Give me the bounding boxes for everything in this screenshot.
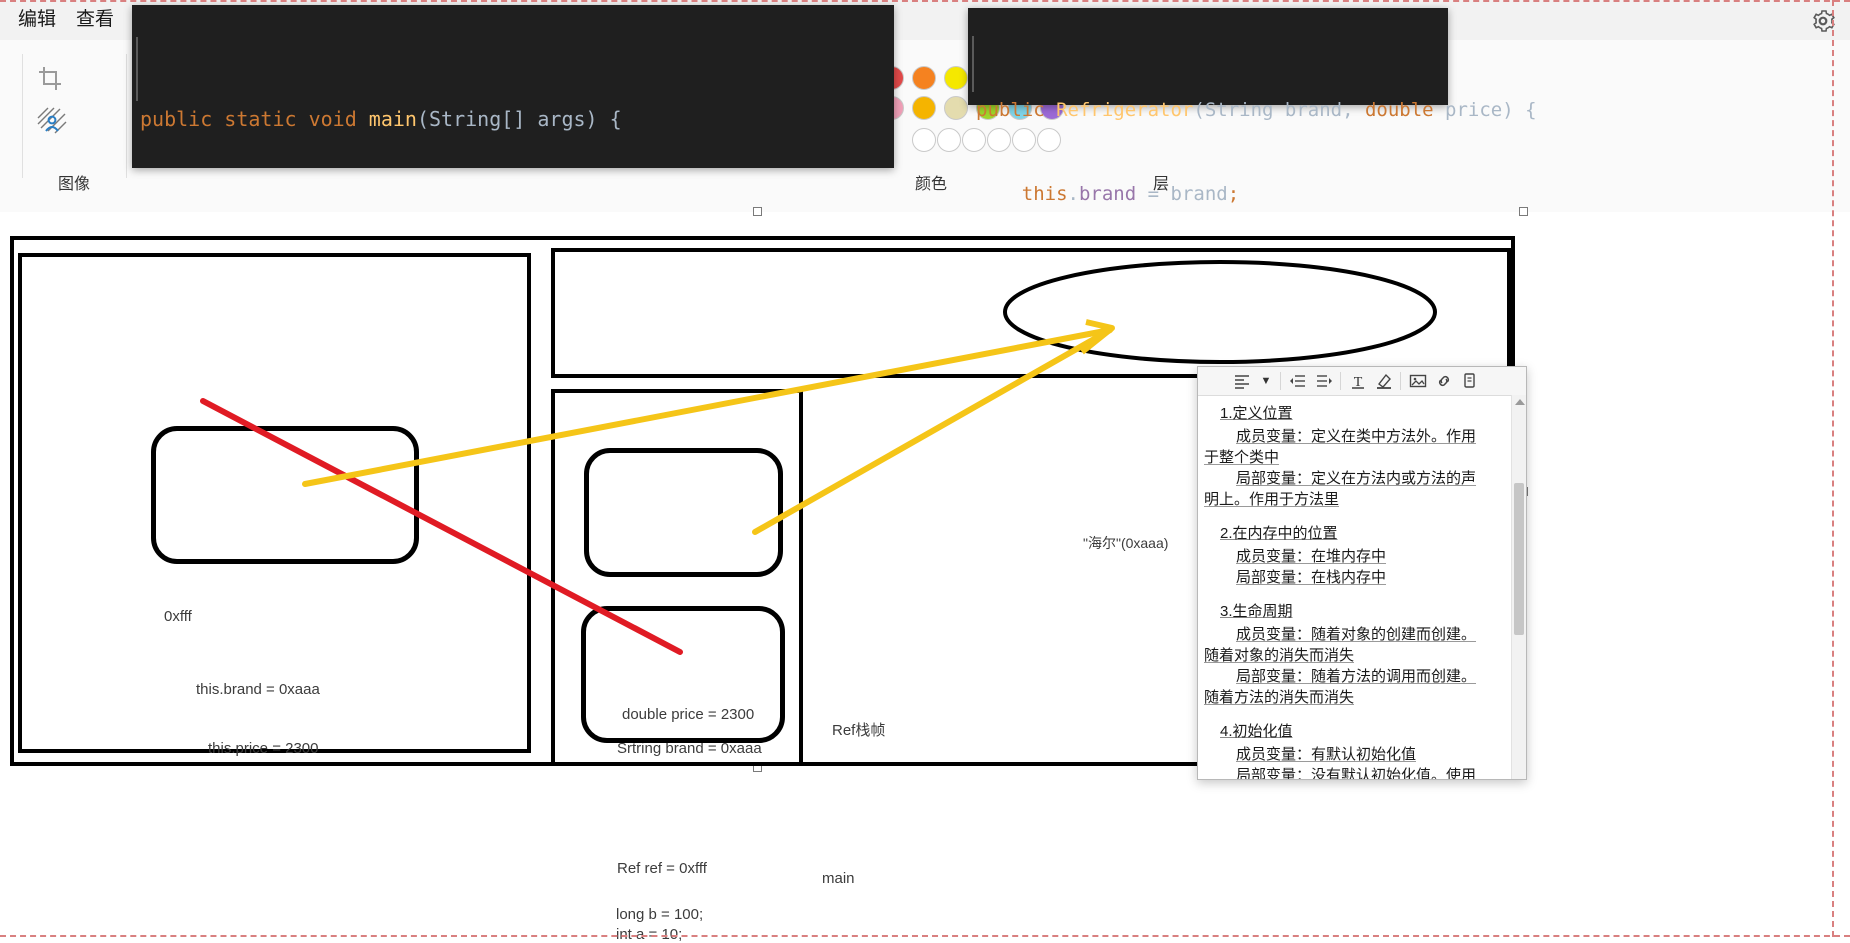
note-heading: 2.在内存中的位置 <box>1220 525 1338 542</box>
note-paragraph: 成员变量：随着对象的创建而创建。随着对象的消失而消失 <box>1204 626 1477 664</box>
note-paragraph: 成员变量：有默认初始化值 <box>1236 746 1417 763</box>
attachment-icon[interactable] <box>1460 371 1480 391</box>
note-paragraph: 局部变量：没有默认初始化值。使用之前必须赋值 <box>1236 767 1477 779</box>
resize-icon <box>37 107 67 134</box>
code-gutter-bar <box>972 36 974 92</box>
toolbar-divider <box>1340 372 1341 390</box>
label-main-long-b: long b = 100; <box>616 906 704 923</box>
align-left-icon[interactable] <box>1232 371 1252 391</box>
code-line-this-brand: this.brand = brand; <box>1021 183 1240 205</box>
canvas-handle-top <box>753 207 762 216</box>
menu-item-edit[interactable]: 编辑 <box>18 8 56 32</box>
toolbar-divider <box>1400 372 1401 390</box>
guide-line-vertical <box>1832 0 1834 937</box>
note-heading: 3.生命周期 <box>1220 603 1293 620</box>
ribbon-group-label-image: 图像 <box>57 176 90 193</box>
resize-tool-button[interactable] <box>36 106 78 146</box>
swatch-orange[interactable] <box>912 66 936 90</box>
decrease-indent-icon[interactable] <box>1288 371 1308 391</box>
notes-content[interactable]: 1.定义位置 成员变量：定义在类中方法外。作用于整个类中 局部变量：定义在方法内… <box>1198 395 1494 779</box>
note-spacer <box>1204 588 1488 601</box>
note-paragraph: 成员变量：在堆内存中 <box>1236 548 1387 565</box>
increase-indent-icon[interactable] <box>1314 371 1334 391</box>
notes-scrollbar[interactable] <box>1511 395 1526 779</box>
label-main-frame-name: main <box>822 870 855 887</box>
code-line-signature: public static void main(String[] args) { <box>140 107 622 131</box>
image-icon[interactable] <box>1408 371 1428 391</box>
chevron-down-icon[interactable]: ▼ <box>1256 371 1276 391</box>
note-heading: 1.定义位置 <box>1220 405 1293 422</box>
notes-document-panel[interactable]: ▼ T 1.定义位置 成员变量：定义在类中方法外。作用于整个类中 局部变量：定义… <box>1197 366 1527 780</box>
canvas-handle-right <box>1519 207 1528 216</box>
text-style-icon[interactable]: T <box>1348 371 1368 391</box>
scrollbar-thumb[interactable] <box>1514 483 1524 635</box>
label-string-pool-value: "海尔"(0xaaa) <box>1083 535 1169 551</box>
swatch-empty-1[interactable] <box>912 128 936 152</box>
code-line-ctor-signature: public Refrigerator(String brand, double… <box>976 99 1537 121</box>
menu-item-view[interactable]: 查看 <box>76 8 114 32</box>
note-spacer <box>1204 708 1488 721</box>
object-box <box>151 426 419 564</box>
string-pool-ellipse <box>1003 260 1437 364</box>
swatch-empty-2[interactable] <box>937 128 961 152</box>
note-paragraph: 成员变量：定义在类中方法外。作用于整个类中 <box>1204 428 1477 466</box>
note-paragraph: 局部变量：定义在方法内或方法的声明上。作用于方法里 <box>1204 470 1477 508</box>
note-heading: 4.初始化值 <box>1220 723 1293 740</box>
note-paragraph: 局部变量：在栈内存中 <box>1236 569 1387 586</box>
crop-tool-button[interactable] <box>36 64 78 104</box>
crop-icon <box>39 67 61 90</box>
notes-toolbar: ▼ T <box>1198 367 1526 396</box>
toolbar-divider <box>1280 372 1281 390</box>
swatch-amber[interactable] <box>912 96 936 120</box>
label-ctor-frame-name: Ref栈帧 <box>832 722 886 739</box>
code-editor-main[interactable]: public static void main(String[] args) {… <box>132 5 1053 598</box>
code-editor-constructor[interactable]: public Refrigerator(String brand, double… <box>968 8 1537 373</box>
link-icon[interactable] <box>1434 371 1454 391</box>
ribbon-group-image: 图像 <box>24 48 124 198</box>
ribbon-divider <box>22 54 23 178</box>
ctor-frame-box <box>584 448 783 577</box>
label-object-brand: this.brand = 0xaaa <box>196 681 320 698</box>
drawing-canvas[interactable]: 0xfff this.brand = 0xaaa this.price = 23… <box>0 207 1850 943</box>
label-main-ref: Ref ref = 0xfff <box>617 860 707 877</box>
main-frame-box <box>581 606 785 743</box>
guide-line-horizontal <box>0 0 1850 2</box>
highlight-icon[interactable] <box>1374 371 1394 391</box>
scroll-up-arrow[interactable] <box>1515 399 1525 405</box>
ribbon-divider <box>126 54 127 178</box>
swatch-yellow[interactable] <box>944 66 968 90</box>
note-spacer <box>1204 510 1488 523</box>
label-object-price: this.price = 2300 <box>208 740 319 757</box>
swatch-cream[interactable] <box>944 96 968 120</box>
note-paragraph: 局部变量：随着方法的调用而创建。随着方法的消失而消失 <box>1204 668 1477 706</box>
code-gutter-bar <box>136 37 138 101</box>
label-heap-address: 0xfff <box>164 608 192 625</box>
